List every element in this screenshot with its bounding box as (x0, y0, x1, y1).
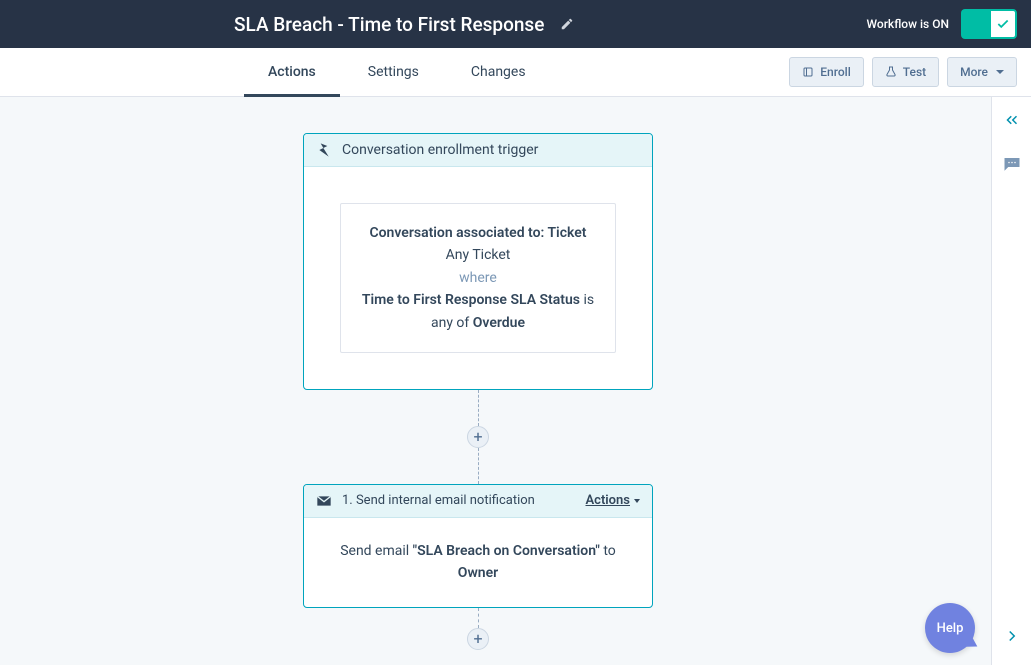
toggle-off-half[interactable] (961, 9, 989, 39)
action1-actions-menu[interactable]: Actions (585, 493, 640, 508)
tabs: Actions Settings Changes (256, 48, 538, 96)
add-action-button[interactable]: + (467, 426, 489, 448)
top-header-right: Workflow is ON (867, 9, 1018, 39)
trigger-where: where (361, 267, 595, 289)
email-icon (316, 493, 332, 509)
collapse-panel-icon[interactable] (1003, 111, 1021, 129)
action1-card-body: Send email "SLA Breach on Conversation" … (304, 518, 652, 607)
action1-body-email: "SLA Breach on Conversation" (413, 543, 600, 559)
connector (478, 390, 479, 426)
action1-card[interactable]: 1. Send internal email notification Acti… (303, 484, 653, 608)
trigger-line2: Any Ticket (361, 244, 595, 266)
enroll-label: Enroll (820, 65, 850, 79)
enroll-icon (802, 66, 814, 78)
toggle-on-half[interactable] (989, 9, 1017, 39)
tabs-actions: Enroll Test More (789, 48, 1017, 96)
connector (478, 608, 479, 628)
workflow-column: Conversation enrollment trigger Conversa… (303, 133, 653, 650)
action1-body-to: to (600, 543, 616, 559)
trigger-line1: Conversation associated to: Ticket (369, 225, 586, 241)
workflow-status: Workflow is ON (867, 17, 950, 31)
test-label: Test (903, 65, 926, 79)
edit-title-icon[interactable] (560, 17, 574, 31)
action1-actions-label: Actions (585, 493, 630, 508)
trigger-card-body: Conversation associated to: Ticket Any T… (304, 167, 652, 389)
connector (478, 448, 479, 484)
trigger-line4: Time to First Response SLA Status is any… (361, 289, 595, 334)
chevron-down-icon (634, 499, 640, 503)
chevron-down-icon (996, 70, 1004, 74)
tab-settings[interactable]: Settings (356, 48, 431, 96)
trigger-card[interactable]: Conversation enrollment trigger Conversa… (303, 133, 653, 390)
workflow-title-wrap: SLA Breach - Time to First Response (234, 13, 574, 36)
trigger-title: Conversation enrollment trigger (342, 142, 538, 158)
test-button[interactable]: Test (872, 57, 939, 87)
trigger-card-header: Conversation enrollment trigger (304, 134, 652, 167)
tab-actions[interactable]: Actions (256, 48, 328, 96)
workflow-canvas[interactable]: Conversation enrollment trigger Conversa… (0, 97, 1031, 665)
workflow-toggle[interactable] (961, 9, 1017, 39)
action1-body-prefix: Send email (340, 543, 412, 559)
enroll-button[interactable]: Enroll (789, 57, 863, 87)
top-header: SLA Breach - Time to First Response Work… (0, 0, 1031, 48)
trigger-filter-box[interactable]: Conversation associated to: Ticket Any T… (340, 203, 616, 353)
right-rail (991, 97, 1031, 665)
more-button[interactable]: More (947, 57, 1017, 87)
action1-body-owner: Owner (458, 565, 498, 581)
help-label: Help (937, 621, 964, 636)
add-action-button[interactable]: + (467, 628, 489, 650)
tab-changes[interactable]: Changes (459, 48, 538, 96)
action1-title: 1. Send internal email notification (342, 493, 535, 508)
trigger-line4-prop: Time to First Response SLA Status (362, 292, 580, 308)
help-button[interactable]: Help (925, 603, 975, 653)
trigger-icon (316, 142, 332, 158)
trigger-line4-value: Overdue (473, 315, 525, 331)
comments-icon[interactable] (1003, 155, 1021, 173)
workflow-title: SLA Breach - Time to First Response (234, 13, 544, 36)
check-icon (996, 17, 1010, 31)
action1-card-header: 1. Send internal email notification Acti… (304, 485, 652, 518)
more-label: More (960, 65, 988, 79)
tabs-bar: Actions Settings Changes Enroll Test Mor… (0, 48, 1031, 97)
test-icon (885, 66, 897, 78)
expand-panel-icon[interactable] (1003, 627, 1021, 645)
